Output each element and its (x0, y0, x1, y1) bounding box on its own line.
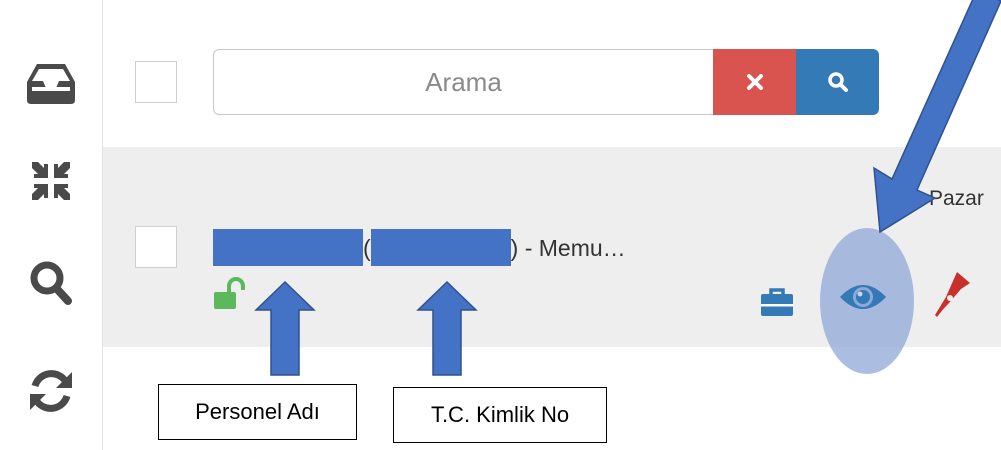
annotation-overlay (254, 0, 1001, 376)
personel-up-arrow (254, 280, 316, 376)
diagonal-arrow (873, 0, 1001, 234)
personel-adi-callout: Personel Adı (158, 384, 357, 440)
tc-kimlik-callout: T.C. Kimlik No (393, 387, 607, 443)
tc-up-arrow (416, 280, 478, 376)
